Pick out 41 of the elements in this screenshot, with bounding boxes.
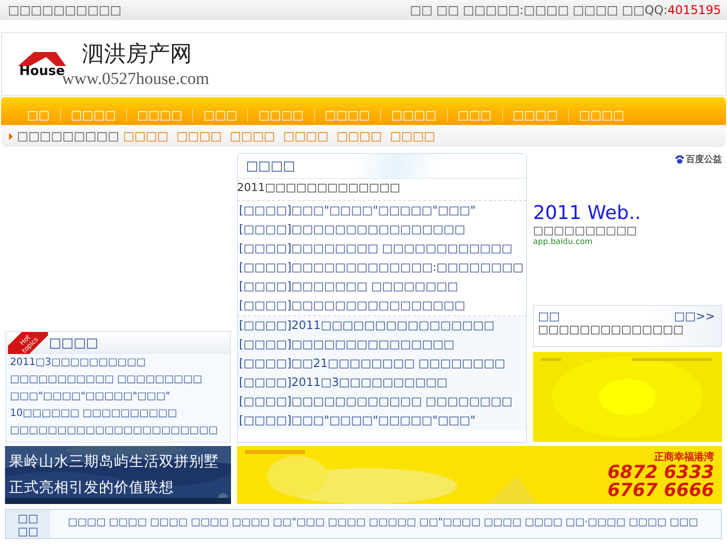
ad-brand: 百度公益 (686, 153, 722, 166)
panel-title: □□ (538, 309, 560, 323)
news-link[interactable]: [□□□□]2011□□□□□□□□□□□□□□□□ (239, 318, 495, 332)
ticker-label: □□□□ (6, 510, 50, 538)
news-link[interactable]: [□□□□]□□□"□□□□"□□□□□"□□□" (239, 203, 476, 217)
news-link[interactable]: [□□□□]□□□□□□□□□□□□□□□□ (239, 222, 466, 236)
banner-text: 果岭山水三期岛屿生活双拼别墅 (9, 453, 219, 472)
ad-url[interactable]: app.baidu.com (533, 237, 722, 246)
news-link[interactable]: [□□□□]□□□□□□□□□□□□□□□□ (239, 298, 466, 312)
house-roof-icon (16, 50, 68, 68)
triangle-bullet-icon (9, 132, 13, 140)
topic-link[interactable]: 10□□□□□□ □□□□□□□□□□ (10, 408, 178, 419)
contact-text: □□ □□ □□□□□:□□□□ □□□□ □□QQ:4015195 (410, 3, 721, 17)
subnav-label: □□□□□□□□□ (17, 129, 120, 143)
news-link[interactable]: [□□□□]□□□"□□□□"□□□□□"□□□" (239, 413, 476, 427)
news-headline[interactable]: 2011□□□□□□□□□□□□□ (237, 181, 400, 194)
panel-title: □□□□ (246, 158, 296, 174)
news-link[interactable]: [□□□□]□□□□□□□□ □□□□□□□□□□□□ (239, 241, 512, 255)
topic-link[interactable]: □□□□□□□□□□□ □□□□□□□□□ (10, 374, 202, 385)
news-link[interactable]: [□□□□]□□□□□□□□□□□□□:□□□□□□□□ (239, 260, 524, 274)
notice-text: □□□□□□□□□□□□□□ (538, 323, 685, 336)
banner-brand: 正商幸福港湾 (653, 450, 714, 464)
topic-link[interactable]: □□□"□□□□"□□□□□"□□□" (10, 391, 170, 402)
ticker-text[interactable]: □□□□ □□□□ □□□□ □□□□ □□□□ □□"□□□ □□□□ □□□□□ □□"□□□□ □□□□ □□□□ □□·□□□□ □□□□ □□□ (50, 510, 698, 538)
site-name: 泗洪房产网 (82, 41, 193, 69)
topic-link[interactable]: 2011□3□□□□□□□□□□ (10, 357, 146, 368)
welcome-text: □□□□□□□□□□ (8, 3, 122, 17)
ad-text: □□□□□□□□□□ (533, 224, 638, 237)
more-link[interactable]: □□>> (674, 309, 715, 323)
paw-icon (675, 155, 684, 164)
phone-number: 6767 6666 (608, 482, 714, 500)
banner-text: 正式亮相引发的价值联想 (9, 478, 175, 498)
phone-number: 6872 6333 (608, 464, 714, 482)
ad-headline[interactable]: 2011 Web.. (533, 202, 722, 224)
news-link[interactable]: [□□□□]□□□□□□□□□□□□□□□ (239, 337, 454, 351)
news-link[interactable]: [□□□□]□□21□□□□□□□□ □□□□□□□□ (239, 356, 506, 370)
news-link[interactable]: [□□□□]□□□□□□□□□□□□ □□□□□□□□ (239, 394, 512, 408)
panel-title: □□□□ (49, 336, 98, 350)
topic-link[interactable]: □□□□□□□□□□□□□□□□□□□□□□ (10, 425, 218, 436)
news-link[interactable]: [□□□□]2011□3□□□□□□□□□□ (239, 375, 448, 389)
news-link[interactable]: [□□□□]□□□□□□□ □□□□□□□□ (239, 279, 458, 293)
